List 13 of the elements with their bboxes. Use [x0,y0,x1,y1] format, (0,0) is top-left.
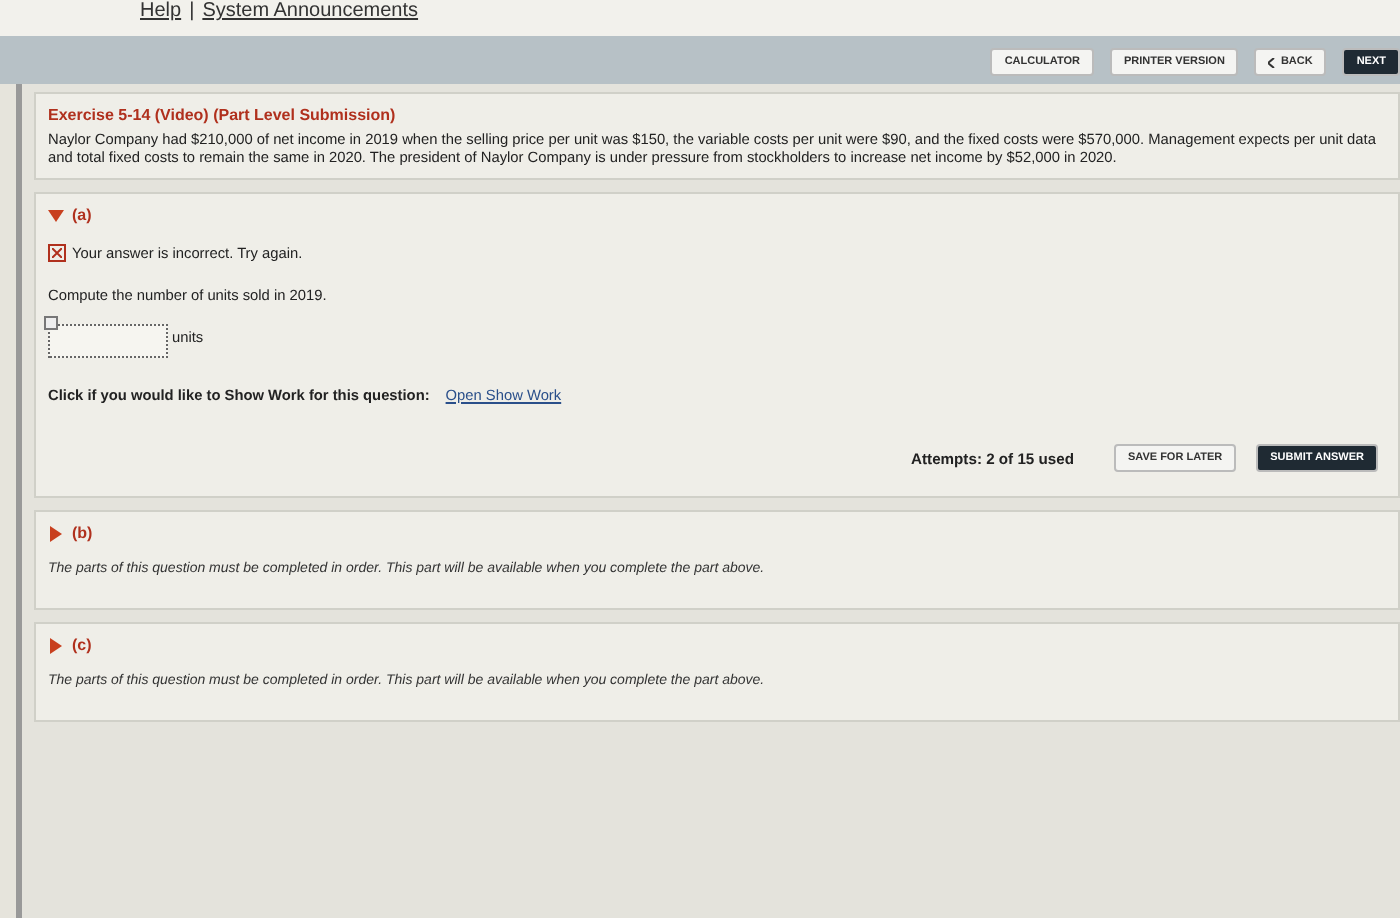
chevron-left-icon [1268,57,1277,67]
triangle-down-icon[interactable] [48,207,64,223]
part-label: (a) [72,206,92,224]
triangle-right-icon[interactable] [48,525,64,541]
separator-text: | [189,0,195,24]
part-label: (c) [72,636,92,654]
triangle-right-icon[interactable] [48,637,64,653]
part-label: (b) [72,524,93,542]
header-link[interactable]: System Announcements [202,0,419,24]
answer-field[interactable] [48,324,168,358]
exercise-title: Exercise 5-14 (Video) (Part Level Submission) [48,106,398,124]
header-link[interactable]: Help [140,0,182,24]
incorrect-icon [48,244,66,262]
